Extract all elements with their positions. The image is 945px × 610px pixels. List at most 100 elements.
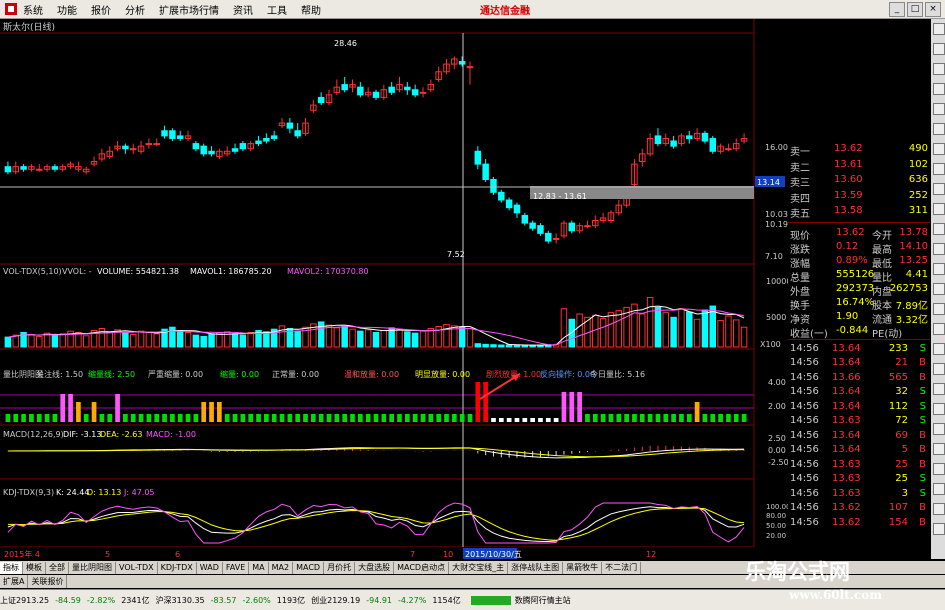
tab-indicator[interactable]: 指标 bbox=[0, 561, 23, 574]
candle-body bbox=[709, 137, 716, 152]
menu-tools[interactable]: 工具 bbox=[267, 2, 287, 17]
tick-row: 14:56 13.62 154 B bbox=[788, 516, 930, 531]
tab-indicator[interactable]: MA2 bbox=[269, 561, 294, 574]
candle-body bbox=[725, 148, 732, 151]
tick-price: 13.64 bbox=[832, 429, 861, 441]
toolbar-icon[interactable] bbox=[933, 443, 945, 455]
tick-price: 13.64 bbox=[832, 386, 861, 397]
tab-indicator[interactable]: VOL-TDX bbox=[116, 561, 158, 574]
menu-analysis[interactable]: 分析 bbox=[125, 2, 145, 17]
menu-quote[interactable]: 报价 bbox=[91, 2, 111, 17]
tick-time: 14:56 bbox=[790, 516, 819, 528]
toolbar-icon[interactable] bbox=[933, 363, 945, 375]
toolbar-icon[interactable] bbox=[933, 323, 945, 335]
tab-indicator[interactable]: 大盘选股 bbox=[355, 561, 395, 574]
tab-indicator[interactable]: 不二法门 bbox=[602, 561, 642, 574]
toolbar-icon[interactable] bbox=[933, 463, 945, 475]
kdj-k: K: 24.44 bbox=[56, 488, 89, 497]
toolbar-icon[interactable] bbox=[933, 123, 945, 135]
ask-row[interactable]: 卖二 13.61 102 bbox=[788, 158, 930, 174]
toolbar-icon[interactable] bbox=[933, 403, 945, 415]
liangbi-bar bbox=[569, 392, 575, 422]
toolbar-icon[interactable] bbox=[933, 163, 945, 175]
stat-row: 总量 555126 量比 4.41 bbox=[788, 268, 930, 284]
toolbar-icon[interactable] bbox=[933, 243, 945, 255]
toolbar-icon[interactable] bbox=[933, 83, 945, 95]
tab-indicator[interactable]: MA bbox=[249, 561, 269, 574]
menu-news[interactable]: 资讯 bbox=[233, 2, 253, 17]
liangbi-bar bbox=[577, 392, 582, 422]
right-toolbar[interactable] bbox=[931, 19, 945, 559]
tab-indicator[interactable]: MACD bbox=[293, 561, 325, 574]
menu-system[interactable]: 系统 bbox=[23, 2, 43, 17]
tab-indicator[interactable]: 月价托 bbox=[324, 561, 356, 574]
menu-help[interactable]: 帮助 bbox=[301, 2, 321, 17]
toolbar-icon[interactable] bbox=[933, 303, 945, 315]
toolbar-icon[interactable] bbox=[933, 103, 945, 115]
volume-bar bbox=[505, 344, 513, 348]
liangbi-bar bbox=[498, 418, 504, 422]
ask-row[interactable]: 卖五 13.58 311 bbox=[788, 204, 930, 220]
tick-time: 14:56 bbox=[790, 386, 819, 397]
macd-line bbox=[7, 447, 745, 459]
toolbar-icon[interactable] bbox=[933, 483, 945, 495]
toolbar-icon[interactable] bbox=[933, 343, 945, 355]
tab-indicator[interactable]: MACD启动点 bbox=[394, 561, 450, 574]
tab-indicator[interactable]: KDJ-TDX bbox=[158, 561, 197, 574]
tick-volume: 72 bbox=[895, 415, 908, 426]
toolbar-icon[interactable] bbox=[933, 143, 945, 155]
menu-function[interactable]: 功能 bbox=[57, 2, 77, 17]
liangbi-bar bbox=[608, 414, 614, 422]
toolbar-icon[interactable] bbox=[933, 283, 945, 295]
tick-price: 13.64 bbox=[832, 357, 861, 368]
volume-bar bbox=[176, 330, 184, 348]
maximize-icon[interactable]: □ bbox=[907, 2, 923, 17]
ask-row[interactable]: 卖三 13.60 636 bbox=[788, 173, 930, 189]
tab-indicator[interactable]: 全部 bbox=[46, 561, 69, 574]
candle-body bbox=[686, 135, 693, 139]
toolbar-icon[interactable] bbox=[933, 183, 945, 195]
tick-volume: 69 bbox=[895, 429, 908, 441]
volume-bar bbox=[317, 321, 325, 348]
tick-time: 14:56 bbox=[790, 342, 819, 354]
toolbar-icon[interactable] bbox=[933, 523, 945, 535]
toolbar-icon[interactable] bbox=[933, 223, 945, 235]
ask-row[interactable]: 卖一 13.62 490 bbox=[788, 142, 930, 158]
tab-indicator[interactable]: 量比阴阳图 bbox=[69, 561, 116, 574]
volume-bar bbox=[725, 315, 732, 348]
liangbi-bar bbox=[138, 414, 144, 422]
liangbi-bar bbox=[686, 414, 692, 422]
liangbi-bar bbox=[342, 414, 348, 422]
minimize-icon[interactable]: _ bbox=[889, 2, 905, 17]
liangbi-bar bbox=[663, 414, 669, 422]
tab-extend-a[interactable]: 扩展A bbox=[0, 575, 29, 588]
tick-volume: 3 bbox=[901, 487, 908, 499]
toolbar-icon[interactable] bbox=[933, 383, 945, 395]
ask-row[interactable]: 卖四 13.59 252 bbox=[788, 189, 930, 205]
toolbar-icon[interactable] bbox=[933, 23, 945, 35]
tab-indicator[interactable]: 模板 bbox=[23, 561, 46, 574]
toolbar-icon[interactable] bbox=[933, 263, 945, 275]
tab-indicator[interactable]: 黑箭牧牛 bbox=[563, 561, 603, 574]
macd-line bbox=[7, 447, 745, 458]
liangbi-bar bbox=[115, 394, 120, 422]
tab-indicator[interactable]: 大财交宝线_主 bbox=[449, 561, 509, 574]
tab-indicator[interactable]: 涨停战队主图 bbox=[508, 561, 564, 574]
volume-bar bbox=[490, 344, 497, 348]
toolbar-icon[interactable] bbox=[933, 423, 945, 435]
ask-price: 13.60 bbox=[834, 174, 863, 185]
ask-price: 13.58 bbox=[834, 205, 863, 216]
tab-indicator[interactable]: FAVE bbox=[223, 561, 250, 574]
tab-indicator[interactable]: WAD bbox=[197, 561, 223, 574]
menu-extended-market[interactable]: 扩展市场行情 bbox=[159, 2, 219, 17]
toolbar-icon[interactable] bbox=[933, 43, 945, 55]
liangbi-bar bbox=[726, 414, 731, 422]
candle-body bbox=[20, 166, 27, 170]
tab-related-quote[interactable]: 关联报价 bbox=[28, 575, 68, 588]
liangbi-bar bbox=[671, 414, 676, 422]
toolbar-icon[interactable] bbox=[933, 503, 945, 515]
toolbar-icon[interactable] bbox=[933, 63, 945, 75]
close-icon[interactable]: × bbox=[925, 2, 941, 17]
toolbar-icon[interactable] bbox=[933, 203, 945, 215]
liangbi-bar bbox=[741, 414, 747, 422]
